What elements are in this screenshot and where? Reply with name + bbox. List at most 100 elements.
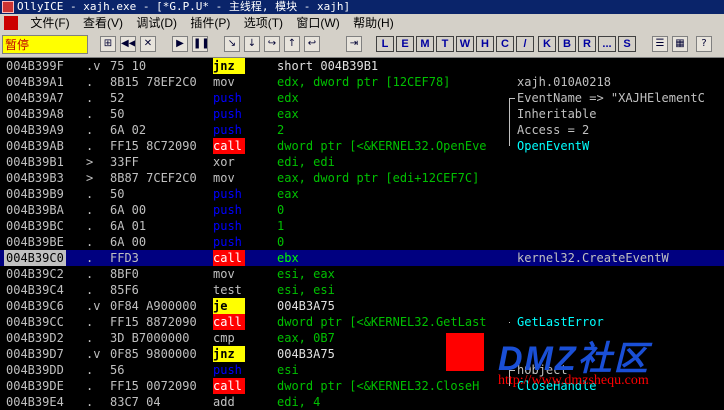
disasm-row[interactable]: 004B39AB. FF15 8C72090 call dword ptr [<&KE… [0,138,724,154]
source-window-button[interactable]: S [618,36,636,52]
run-trace-button[interactable]: ... [598,36,616,52]
hex-dump-cell: 6A 00 [110,235,147,249]
address-cell: 004B39A9 [6,123,64,137]
watermark-url: http://www.dmzshequ.com [498,373,649,388]
hex-dump-cell: 8B15 78EF2C0 [110,75,197,89]
hex-dump-cell: 52 [110,91,125,105]
hex-dump-cell: 85F6 [110,283,139,297]
patches-window-button[interactable]: / [516,36,534,52]
operand-cell: edi, edi [277,155,335,169]
menu-plugins[interactable]: 插件(P) [185,14,235,32]
comment-cell: Inheritable [517,107,597,121]
address-cell: 004B39E4 [6,395,64,409]
mnemonic-cell: cmp [213,331,235,345]
log-window-button[interactable]: L [376,36,394,52]
disasm-row[interactable]: 004B39B9. 50 push eax [0,186,724,202]
disasm-row[interactable]: 004B39CC. FF15 8872090 call dword ptr [<&KE… [0,314,724,330]
jump-marker: . [86,203,94,217]
jump-marker: > [86,171,94,185]
pause-icon[interactable]: ❚❚ [192,36,208,52]
menu-view[interactable]: 查看(V) [78,14,128,32]
disasm-row[interactable]: 004B39A9. 6A 02 push 2 Access = 2 [0,122,724,138]
operand-cell: dword ptr [<&KERNEL32.OpenEve [277,139,487,153]
disasm-row[interactable]: 004B39BC. 6A 01 push 1 [0,218,724,234]
step-into-icon[interactable]: ↘ [224,36,240,52]
operand-cell: 2 [277,123,285,137]
help-icon[interactable]: ? [696,36,712,52]
operand-cell: esi, esi [277,283,335,297]
disasm-row[interactable]: 004B39B1 >33FF xor edi, edi [0,154,724,170]
operand-cell: 004B3A75 [277,299,335,313]
jump-marker: . [86,219,94,233]
menu-window[interactable]: 窗口(W) [291,14,344,32]
disasm-row[interactable]: 004B39B3 >8B87 7CEF2C0 mov eax, dword ptr [… [0,170,724,186]
mnemonic-cell: call [213,138,245,154]
comment-cell: GetLastError [517,315,604,329]
run-icon[interactable]: ▶ [172,36,188,52]
open-icon[interactable]: ⊞ [100,36,116,52]
comment-cell: xajh.010A0218 [517,75,611,89]
operand-cell: ebx [277,251,299,265]
operand-cell: 1 [277,219,285,233]
jump-marker: . [86,187,94,201]
operand-cell: eax, dword ptr [edi+12CEF7C] [277,171,480,185]
address-cell: 004B39CC [6,315,64,329]
hex-dump-cell: 50 [110,187,125,201]
call-stack-button[interactable]: K [538,36,556,52]
trace-into-icon[interactable]: ↪ [264,36,280,52]
operand-cell: edx, dword ptr [12CEF78] [277,75,451,89]
menu-file[interactable]: 文件(F) [25,14,74,32]
hex-dump-cell: 50 [110,107,125,121]
disasm-row[interactable]: 004B39BA. 6A 00 push 0 [0,202,724,218]
jump-marker: . [86,139,94,153]
handles-window-button[interactable]: H [476,36,494,52]
trace-over-icon[interactable]: ↑ [284,36,300,52]
address-cell: 004B39DD [6,363,64,377]
memory-window-button[interactable]: M [416,36,434,52]
operand-cell: eax [277,187,299,201]
address-cell: 004B39BC [6,219,64,233]
operand-cell: 0 [277,235,285,249]
jump-marker: .v [86,59,101,73]
window-title: OllyICE - xajh.exe - [*G.P.U* - 主线程, 模块 … [17,0,351,13]
modules-window-button[interactable]: E [396,36,414,52]
jump-marker: . [86,379,94,393]
options-grid-icon[interactable]: ▦ [672,36,688,52]
disasm-row[interactable]: 004B399F .v 75 10 jnz short 004B39B1 [0,58,724,74]
address-cell: 004B39A7 [6,91,64,105]
disasm-row[interactable]: 004B39A8. 50 push eax Inheritable [0,106,724,122]
jump-marker: > [86,155,94,169]
menu-help[interactable]: 帮助(H) [348,14,399,32]
menu-options[interactable]: 选项(T) [239,14,288,32]
address-cell: 004B39D7 [6,347,64,361]
mnemonic-cell: mov [213,267,235,281]
list-icon[interactable]: ☰ [652,36,668,52]
disasm-row[interactable]: 004B39C0. FFD3 call ebx kernel32.CreateEvent… [0,250,724,266]
step-over-icon[interactable]: ↓ [244,36,260,52]
restart-icon[interactable]: ◀◀ [120,36,136,52]
references-window-button[interactable]: R [578,36,596,52]
windows-window-button[interactable]: W [456,36,474,52]
hex-dump-cell: FF15 0072090 [110,379,197,393]
call-args-bracket [509,98,518,146]
disasm-row[interactable]: 004B39C6 .v 0F84 A900000 je 004B3A75 [0,298,724,314]
disasm-row[interactable]: 004B39C4. 85F6 test esi, esi [0,282,724,298]
disasm-row[interactable]: 004B39A7. 52 push edx EventName => "XAJHElem… [0,90,724,106]
hex-dump-cell: 83C7 04 [110,395,161,409]
cpu-window-button[interactable]: C [496,36,514,52]
system-menu-icon[interactable] [4,16,18,30]
disasm-row[interactable]: 004B39A1. 8B15 78EF2C0 mov edx, dword ptr [… [0,74,724,90]
threads-window-button[interactable]: T [436,36,454,52]
close-icon[interactable]: ✕ [140,36,156,52]
disasm-row[interactable]: 004B39BE. 6A 00 push 0 [0,234,724,250]
jump-marker: .v [86,347,101,361]
execute-till-return-icon[interactable]: ↩ [304,36,320,52]
hex-dump-cell: 0F85 9800000 [110,347,197,361]
mnemonic-cell: jnz [213,346,245,362]
disasm-row[interactable]: 004B39C2. 8BF0 mov esi, eax [0,266,724,282]
breakpoints-window-button[interactable]: B [558,36,576,52]
mnemonic-cell: push [213,107,242,121]
go-to-icon[interactable]: ⇥ [346,36,362,52]
menu-debug[interactable]: 调试(D) [131,14,182,32]
operand-cell: dword ptr [<&KERNEL32.GetLast [277,315,487,329]
